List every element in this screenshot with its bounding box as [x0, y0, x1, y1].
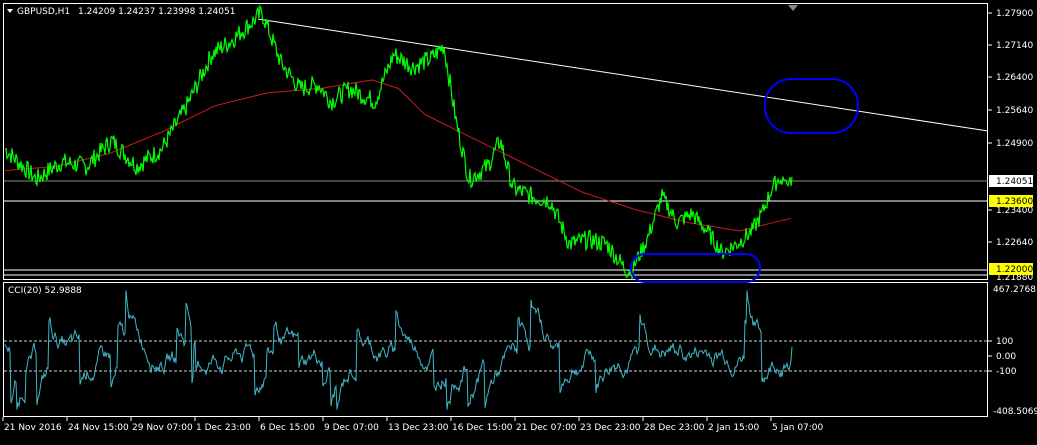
- time-label: 21 Nov 2016: [4, 423, 62, 433]
- time-label: 5 Jan 07:00: [772, 423, 824, 433]
- price-tick: 1.27900: [996, 9, 1033, 19]
- current-price-label: 1.24051: [989, 175, 1033, 187]
- time-label: 24 Nov 15:00: [68, 423, 129, 433]
- trading-chart[interactable]: GBPUSD,H1 1.24209 1.24237 1.23998 1.2405…: [0, 0, 1037, 441]
- cci-tick: -408.5069: [993, 407, 1037, 417]
- svg-text:1.22000: 1.22000: [996, 265, 1033, 275]
- time-label: 2 Jan 15:00: [708, 423, 760, 433]
- symbol-label: GBPUSD,H1: [17, 7, 70, 17]
- cci-tick: 0.00: [996, 352, 1016, 362]
- cci-tick: 100: [996, 337, 1013, 347]
- svg-text:1.24051: 1.24051: [996, 177, 1033, 187]
- cci-line: [4, 290, 793, 410]
- price-axis[interactable]: 1.27900 1.27140 1.26400 1.25640 1.24900 …: [988, 9, 1033, 283]
- cci-title: CCI(20) 52.9888: [8, 286, 82, 296]
- time-label: 29 Nov 07:00: [132, 423, 193, 433]
- time-label: 28 Dec 23:00: [644, 423, 705, 433]
- time-label: 9 Dec 07:00: [324, 423, 379, 433]
- time-label: 1 Dec 23:00: [196, 423, 251, 433]
- cci-tick: -100: [996, 367, 1017, 377]
- price-tick: 1.25640: [996, 106, 1033, 116]
- price-line: [4, 4, 793, 280]
- price-tick: 1.22640: [996, 238, 1033, 248]
- time-label: 23 Dec 23:00: [580, 423, 641, 433]
- price-tick: 1.27140: [996, 41, 1033, 51]
- svg-text:1.23600: 1.23600: [996, 197, 1033, 207]
- time-label: 21 Dec 07:00: [516, 423, 577, 433]
- time-label: 16 Dec 15:00: [452, 423, 513, 433]
- moving-average-line: [4, 79, 792, 232]
- price-panel-border: [3, 3, 988, 280]
- level-label-1: 1.23600: [989, 195, 1033, 207]
- cci-axis[interactable]: 467.2768 100 0.00 -100 -408.5069: [988, 285, 1037, 417]
- time-label: 6 Dec 15:00: [260, 423, 315, 433]
- price-tick: 1.24900: [996, 139, 1033, 149]
- cci-tick: 467.2768: [993, 285, 1036, 295]
- ohlc-label: 1.24209 1.24237 1.23998 1.24051: [78, 7, 235, 17]
- trendline[interactable]: [257, 18, 989, 132]
- ellipse-annotation-bottom[interactable]: [630, 253, 761, 283]
- cci-panel-border: [3, 282, 988, 417]
- price-tick: 1.23400: [996, 206, 1033, 216]
- time-axis[interactable]: 21 Nov 2016 24 Nov 15:00 29 Nov 07:00 1 …: [2, 417, 824, 433]
- triangle-down-icon[interactable]: [7, 9, 13, 13]
- chart-shift-marker[interactable]: [788, 5, 798, 11]
- level-label-2: 1.22000: [989, 263, 1033, 275]
- price-tick: 1.26400: [996, 73, 1033, 83]
- time-label: 13 Dec 23:00: [388, 423, 449, 433]
- ellipse-annotation-top[interactable]: [764, 78, 859, 134]
